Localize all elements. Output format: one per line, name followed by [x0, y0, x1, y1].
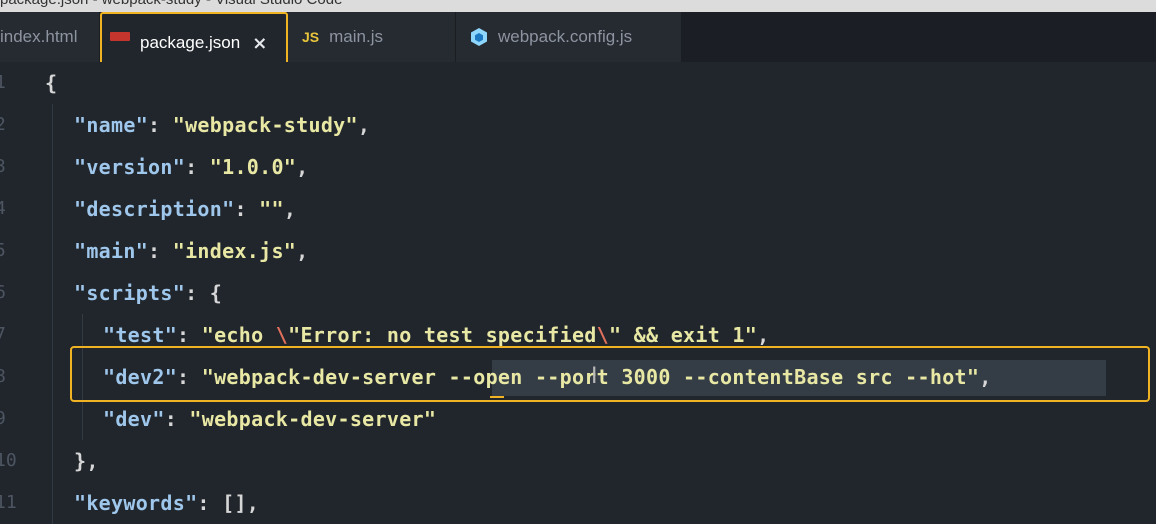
json-value: "index.js" [172, 239, 297, 263]
line-number: 1 [0, 72, 6, 93]
json-comma: , [296, 155, 309, 179]
line-number: 10 [0, 450, 17, 471]
json-key: "dev" [103, 407, 165, 431]
tab-label: webpack.config.js [498, 27, 633, 46]
close-icon[interactable]: × [252, 33, 267, 54]
code-editor[interactable]: 1 { 2 "name": "webpack-study", 3 "versio… [0, 62, 1156, 524]
tab-index-html[interactable]: index.html [0, 12, 100, 62]
webpack-icon [470, 27, 488, 47]
json-key: "test" [103, 323, 178, 347]
highlight-box [70, 346, 1150, 402]
tab-main-js[interactable]: JS main.js [288, 12, 456, 62]
json-colon: : [185, 281, 210, 305]
npm-file-icon [110, 31, 130, 41]
code-line: 4 "description": "", [0, 188, 1156, 230]
json-value: " && exit 1" [609, 323, 758, 347]
line-number: 5 [0, 240, 6, 261]
code-line: 3 "version": "1.0.0", [0, 146, 1156, 188]
line-number: 3 [0, 156, 6, 177]
code-line: 9 "dev": "webpack-dev-server" [0, 398, 1156, 440]
json-value: "webpack-dev-server" [189, 407, 437, 431]
mouse-ibeam-icon: I [591, 364, 598, 389]
json-comma: , [283, 197, 297, 221]
json-key: "description" [74, 197, 235, 221]
json-key: "keywords" [74, 491, 198, 515]
window-title-bar: package.json - webpack-study - Visual St… [0, 0, 1156, 12]
tab-label: main.js [329, 27, 383, 46]
close-brace: }, [74, 449, 99, 473]
line-number: 6 [0, 282, 6, 303]
json-key: "scripts" [74, 281, 186, 305]
json-colon: : [164, 407, 190, 431]
code-line: 2 "name": "webpack-study", [0, 104, 1156, 146]
line-number: 9 [0, 408, 6, 429]
json-value: "webpack-study" [172, 113, 358, 137]
json-array: [], [222, 491, 260, 515]
code-line: 1 { [0, 62, 1156, 104]
line-number: 4 [0, 198, 6, 219]
line-number: 11 [0, 492, 17, 513]
code-line: 10 }, [0, 440, 1156, 482]
code-line: 6 "scripts": { [0, 272, 1156, 314]
json-colon: : [197, 491, 223, 515]
tab-label: index.html [0, 27, 78, 46]
line-number: 7 [0, 324, 6, 345]
json-key: "version" [74, 155, 186, 179]
json-colon: : [148, 113, 173, 137]
json-comma: , [296, 239, 309, 263]
json-comma: , [357, 113, 371, 137]
json-value: "1.0.0" [209, 155, 297, 179]
escape-char: \ [596, 323, 609, 347]
tab-label: package.json [140, 33, 241, 52]
line-number: 8 [0, 366, 6, 387]
code-line: 11 "keywords": [], [0, 482, 1156, 524]
json-colon: : [177, 323, 202, 347]
open-brace: { [45, 71, 58, 95]
editor-tab-bar: index.html package.json × JS main.js web… [0, 12, 1156, 74]
tab-webpack-config-js[interactable]: webpack.config.js [456, 12, 682, 62]
json-value: "echo [201, 323, 276, 347]
json-colon: : [185, 155, 210, 179]
line-number: 2 [0, 114, 6, 135]
json-key: "name" [74, 113, 149, 137]
js-file-icon: JS [302, 29, 320, 45]
json-comma: , [757, 323, 770, 347]
open-brace: { [209, 281, 223, 305]
json-value: "Error: no test specified [288, 323, 597, 347]
window-title: package.json - webpack-study - Visual St… [0, 0, 342, 8]
code-line: 5 "main": "index.js", [0, 230, 1156, 272]
json-key: "main" [74, 239, 149, 263]
json-colon: : [234, 197, 260, 221]
json-colon: : [148, 239, 173, 263]
json-value: "" [259, 197, 284, 221]
escape-char: \ [275, 323, 289, 347]
